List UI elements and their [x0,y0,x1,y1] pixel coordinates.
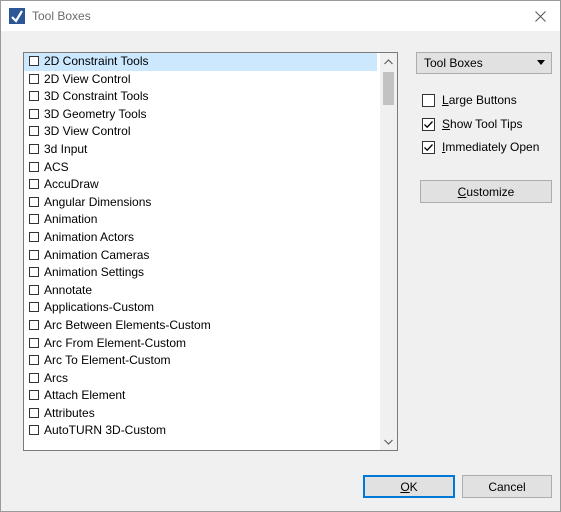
cancel-button[interactable]: Cancel [462,475,552,498]
list-item[interactable]: Angular Dimensions [24,194,377,212]
list-item[interactable]: 3D Geometry Tools [24,106,377,124]
list-item-checkbox[interactable] [29,179,39,190]
list-item-label: 2D Constraint Tools [44,54,149,68]
dropdown-arrow-icon [537,60,545,65]
list-item[interactable]: 3d Input [24,141,377,159]
list-item-label: Animation Actors [44,229,135,244]
scroll-up-button[interactable] [380,53,397,70]
list-item-checkbox[interactable] [29,56,39,66]
list-item[interactable]: 2D View Control [24,71,377,89]
list-item[interactable]: Animation Cameras [24,247,377,265]
list-item-checkbox[interactable] [29,319,39,330]
toolbox-app-icon [9,8,25,24]
customize-button-label: Customize [457,184,515,199]
checkmark-icon [424,121,433,129]
title-bar[interactable]: Tool Boxes [1,1,560,31]
list-item[interactable]: ACS [24,159,377,177]
list-item[interactable]: 3D Constraint Tools [24,88,377,106]
toolbox-type-dropdown[interactable]: Tool Boxes [416,52,552,74]
list-item-checkbox[interactable] [29,91,39,102]
list-item-label: 3d Input [44,141,88,156]
list-item-checkbox[interactable] [29,161,39,172]
list-item-checkbox[interactable] [29,214,39,225]
window-title: Tool Boxes [32,9,91,23]
list-item-label: 3D View Control [44,124,131,139]
list-item[interactable]: AccuDraw [24,176,377,194]
list-item-checkbox[interactable] [29,337,39,348]
close-icon [534,10,546,22]
list-item[interactable]: 3D View Control [24,123,377,141]
chevron-down-icon [384,439,393,445]
list-item[interactable]: Animation [24,211,377,229]
list-item-checkbox[interactable] [29,425,39,436]
scroll-down-button[interactable] [380,433,397,450]
list-item-label: Annotate [44,282,93,297]
list-item[interactable]: Arcs [24,370,377,388]
list-item-label: Angular Dimensions [44,194,152,209]
list-item-checkbox[interactable] [29,126,39,137]
cancel-button-label: Cancel [488,479,526,494]
checkmark-icon [424,144,433,152]
list-item-checkbox[interactable] [29,390,39,401]
list-item-label: Attach Element [44,388,126,403]
list-item-checkbox[interactable] [29,196,39,207]
ok-button[interactable]: OK [363,475,455,498]
chevron-up-icon [384,58,393,64]
show-tool-tips-box[interactable] [422,118,435,131]
list-item-checkbox[interactable] [29,355,39,366]
list-item-label: Arc From Element-Custom [44,335,187,350]
list-item-checkbox[interactable] [29,231,39,242]
list-item[interactable]: Attributes [24,405,377,423]
customize-button[interactable]: Customize [420,180,552,203]
close-button[interactable] [520,1,560,31]
list-item-label: Arc Between Elements-Custom [44,317,211,332]
list-item-label: 3D Geometry Tools [44,106,147,121]
show-tool-tips-label: Show Tool Tips [442,117,523,131]
list-item-label: Applications-Custom [44,300,155,315]
list-item[interactable]: Attach Element [24,387,377,405]
list-item[interactable]: Annotate [24,282,377,300]
list-item-checkbox[interactable] [29,284,39,295]
list-item-label: ACS [44,159,69,174]
list-item-label: 3D Constraint Tools [44,89,149,104]
list-item-checkbox[interactable] [29,249,39,260]
list-item[interactable]: Animation Actors [24,229,377,247]
list-item-checkbox[interactable] [29,143,39,154]
immediately-open-box[interactable] [422,141,435,154]
list-item-label: Animation Settings [44,265,145,280]
list-item-label: AccuDraw [44,177,99,192]
large-buttons-label: Large Buttons [442,93,517,107]
list-item-label: 2D View Control [44,71,131,86]
list-item-label: Attributes [44,405,95,420]
list-item[interactable]: Animation Settings [24,264,377,282]
toolbox-list[interactable]: 2D Constraint Tools 2D View Control 3D Con… [23,52,398,451]
list-item[interactable]: Arc Between Elements-Custom [24,317,377,335]
list-item-label: Animation Cameras [44,247,150,262]
list-item-label: Arcs [44,370,68,385]
scroll-thumb[interactable] [383,72,394,105]
list-item[interactable]: Arc From Element-Custom [24,335,377,353]
dropdown-value: Tool Boxes [424,56,483,70]
list-item-checkbox[interactable] [29,407,39,418]
list-item[interactable]: Arc To Element-Custom [24,352,377,370]
large-buttons-box[interactable] [422,94,435,107]
list-item-checkbox[interactable] [29,267,39,278]
ok-button-label: OK [400,479,418,494]
list-item[interactable]: AutoTURN 3D-Custom [24,422,377,440]
immediately-open-label: Immediately Open [442,140,540,154]
list-item-checkbox[interactable] [29,73,39,84]
list-item-checkbox[interactable] [29,372,39,383]
toolbox-list-items: 2D Constraint Tools 2D View Control 3D Con… [24,53,377,440]
list-item[interactable]: Applications-Custom [24,299,377,317]
list-item-checkbox[interactable] [29,302,39,313]
list-item[interactable]: 2D Constraint Tools [24,53,377,71]
list-item-label: AutoTURN 3D-Custom [44,423,167,438]
tool-boxes-dialog: Tool Boxes 2D Constraint Tools 2D View Co… [0,0,561,512]
list-item-label: Arc To Element-Custom [44,353,171,368]
list-item-checkbox[interactable] [29,108,39,119]
list-item-label: Animation [44,212,98,227]
vertical-scrollbar[interactable] [380,53,397,450]
